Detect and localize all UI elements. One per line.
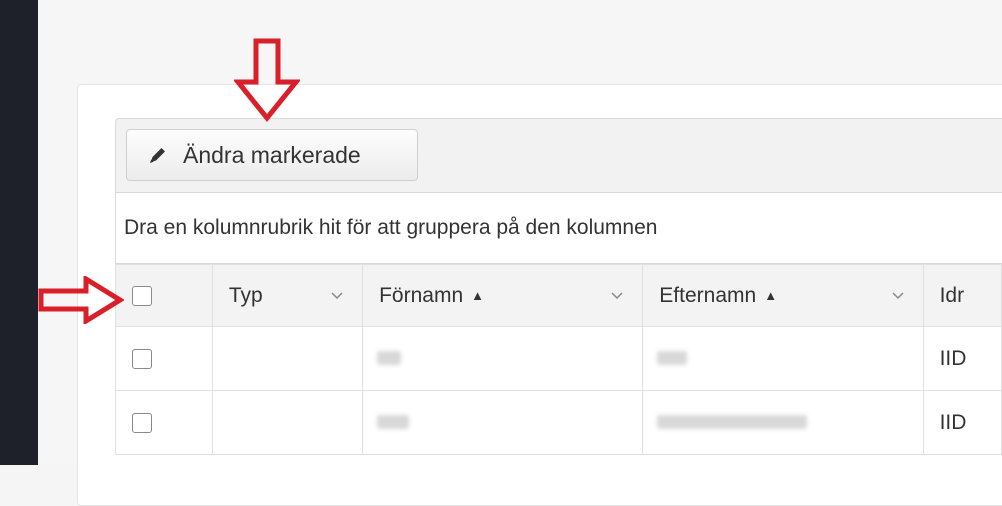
sort-ascending-icon: ▲ — [764, 288, 778, 303]
id-cell: IID — [922, 390, 1002, 455]
lastname-cell — [642, 390, 924, 455]
redacted-text — [657, 350, 688, 365]
edit-selected-label: Ändra markerade — [183, 141, 361, 168]
table-row[interactable]: IID — [115, 326, 1002, 391]
group-by-hint: Dra en kolumnrubrik hit för att gruppera… — [124, 216, 658, 239]
column-label: Typ — [228, 283, 263, 307]
select-all-checkbox[interactable] — [132, 285, 152, 306]
column-header-fornamn[interactable]: Förnamn ▲ — [362, 264, 644, 327]
row-checkbox[interactable] — [132, 412, 152, 433]
id-cell: IID — [922, 326, 1002, 391]
chevron-down-icon[interactable] — [330, 291, 344, 301]
redacted-text — [377, 414, 410, 429]
redacted-text — [657, 414, 808, 429]
group-by-drop-area[interactable]: Dra en kolumnrubrik hit för att gruppera… — [115, 192, 1002, 264]
chevron-down-icon[interactable] — [891, 291, 905, 301]
header-row: Typ Förnamn ▲ Efternamn ▲ Idr — [115, 264, 1002, 327]
select-all-header — [115, 264, 213, 327]
redacted-text — [377, 350, 402, 365]
typ-cell — [211, 390, 364, 455]
table-row[interactable]: IID — [115, 390, 1002, 455]
column-header-typ[interactable]: Typ — [211, 264, 364, 327]
firstname-cell — [362, 390, 644, 455]
column-label: Förnamn — [379, 283, 464, 307]
column-label: Efternamn — [659, 283, 757, 307]
down-arrow-icon — [234, 38, 300, 122]
firstname-cell — [362, 326, 644, 391]
lastname-cell — [642, 326, 924, 391]
data-grid: Typ Förnamn ▲ Efternamn ▲ Idr IID IID — [115, 264, 1002, 455]
right-arrow-icon — [38, 276, 124, 324]
column-label: Idr — [939, 283, 965, 307]
pencil-icon — [147, 144, 169, 166]
column-header-id[interactable]: Idr — [922, 264, 1002, 327]
app-sidebar-edge — [0, 0, 38, 465]
column-header-efternamn[interactable]: Efternamn ▲ — [642, 264, 924, 327]
chevron-down-icon[interactable] — [610, 291, 624, 301]
row-checkbox[interactable] — [132, 348, 152, 369]
sort-ascending-icon: ▲ — [471, 288, 485, 303]
typ-cell — [211, 326, 364, 391]
edit-selected-button[interactable]: Ändra markerade — [126, 129, 418, 181]
